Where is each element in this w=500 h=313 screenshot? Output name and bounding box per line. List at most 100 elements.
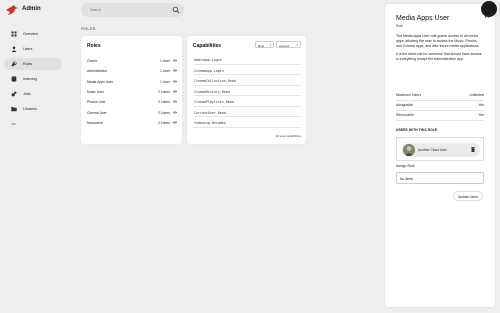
role-name: Music User (87, 89, 104, 94)
capability-name: CinemaApp.Login (194, 68, 224, 73)
role-user-count: 1 User (160, 79, 170, 84)
role-user-count: 1 User (160, 69, 170, 74)
role-row[interactable]: Cinema User 0 Users (87, 110, 177, 118)
role-name: Administrator (87, 69, 107, 74)
sidebar: Overview Users Roles Indexing Jobs Libra… (0, 22, 66, 313)
app-name: Admin (22, 6, 41, 12)
eye-icon[interactable] (173, 59, 177, 62)
user-chip-name: Another Cloud User (418, 148, 447, 152)
capabilities-card-title: Capabilities (193, 43, 222, 49)
role-name: Newcomer (87, 120, 104, 125)
sidebar-item-roles[interactable]: Roles (4, 58, 62, 70)
user-avatar[interactable] (481, 1, 497, 17)
avatar (403, 144, 415, 156)
sort-by-value: Role (258, 43, 265, 48)
sort-order-value: Ascend (279, 43, 290, 48)
sidebar-item-jobs[interactable]: Jobs (4, 88, 62, 100)
panel-title: Media Apps User (396, 15, 450, 22)
role-row[interactable]: Newcomer 0 Users (87, 120, 177, 128)
user-chip[interactable]: Another Cloud User (402, 143, 480, 157)
panel-description: The Media Apps User role grants access t… (396, 34, 484, 62)
capability-row: CinemaCollection.Read (194, 75, 301, 86)
roles-card-title: Roles (87, 43, 101, 49)
capability-name: Indexing.Decodes (194, 121, 226, 125)
grid-icon (11, 31, 17, 37)
capability-row: CinemaPlaylists.Read (194, 96, 301, 107)
kv-value: Yes (478, 113, 484, 117)
capability-name: CurrentUser.Read (194, 110, 226, 115)
kv-value: Yes (478, 103, 484, 107)
eye-icon[interactable] (173, 90, 177, 93)
users-section-label: USERS WITH THIS ROLE (396, 128, 438, 132)
eye-icon[interactable] (173, 80, 177, 83)
person-icon (11, 46, 17, 52)
capability-row: CinemaApp.Login (194, 65, 301, 75)
trash-icon[interactable] (471, 147, 475, 152)
sidebar-item-users[interactable]: Users (4, 43, 62, 55)
kv-key: Removable (396, 113, 414, 117)
search-icon[interactable] (172, 6, 180, 14)
db-icon (11, 76, 17, 82)
capability-row: CurrentUser.Read (194, 107, 301, 117)
role-user-count: 0 Users (158, 120, 170, 125)
assign-role-label: Assign Role (396, 164, 415, 168)
roles-card: Roles Owner 1 User Administrator 1 User Medi… (81, 36, 182, 144)
kv-value: Unlimited (469, 93, 484, 97)
sort-order-select[interactable]: Ascend ▾ (276, 41, 301, 48)
role-name: Cinema User (87, 110, 107, 115)
sidebar-item-libraries[interactable]: Libraries (4, 103, 62, 115)
eye-icon[interactable] (173, 111, 177, 114)
assign-role-select[interactable]: No items (396, 172, 484, 184)
role-user-count: 1 User (160, 59, 170, 63)
role-user-count: 0 Users (158, 110, 170, 115)
eye-icon[interactable] (173, 121, 177, 124)
role-user-count: 0 Users (158, 100, 170, 105)
sidebar-item-label: Users (23, 47, 33, 51)
max-users-row: Maximum Users Unlimited (396, 91, 484, 101)
capability-name: CinemaCollection.Read (194, 79, 236, 83)
jobs-icon (11, 91, 17, 97)
panel-subtitle: Role (396, 24, 404, 28)
folder-icon (11, 107, 17, 112)
search-placeholder: Search (90, 8, 102, 12)
sidebar-item-overview[interactable]: Overview (4, 28, 62, 40)
capability-name: CinemaPlaylists.Read (194, 100, 234, 104)
kv-key: Assignable (396, 103, 414, 107)
sidebar-item-label: Indexing (23, 77, 37, 81)
role-name: Photos User (87, 100, 106, 105)
capability-row: AdminApp.Login (194, 54, 301, 65)
wrench-icon (11, 61, 17, 67)
capability-name: AdminApp.Login (194, 58, 222, 62)
eye-icon[interactable] (173, 69, 177, 72)
kv-key: Maximum Users (396, 93, 422, 97)
capability-name: CinemaHistory.Read (194, 89, 230, 94)
update-users-label: Update Users (457, 195, 479, 199)
capability-row: CinemaHistory.Read (194, 86, 301, 96)
assign-role-value: No items (400, 177, 414, 181)
eye-icon[interactable] (173, 100, 177, 103)
sort-by-select[interactable]: Role ▾ (255, 41, 274, 48)
capabilities-total: 42 total capabilities (275, 134, 301, 138)
update-users-button[interactable]: Update Users (453, 191, 483, 201)
more-indicator (11, 123, 16, 125)
role-detail-panel: ✕ Media Apps User Role The Media Apps Us… (385, 4, 495, 307)
search-input[interactable]: Search (81, 3, 184, 17)
users-with-role-box: Another Cloud User (396, 137, 484, 161)
page-title: ROLES (81, 26, 96, 31)
role-row[interactable]: Media Apps User 1 User (87, 79, 177, 87)
sidebar-item-indexing[interactable]: Indexing (4, 73, 62, 85)
role-row[interactable]: Music User 0 Users (87, 89, 177, 97)
sidebar-item-label: Roles (23, 62, 33, 66)
capabilities-card: Capabilities Role ▾ Ascend ▾ AdminApp.Lo… (187, 36, 306, 144)
role-row[interactable]: Administrator 1 User (87, 68, 177, 76)
chevron-down-icon: ▾ (269, 43, 271, 47)
removable-row: Removable Yes (396, 111, 484, 121)
capability-row: Indexing.Decodes (194, 117, 301, 128)
sidebar-item-label: Libraries (23, 107, 37, 111)
role-row[interactable]: Owner 1 User (87, 58, 177, 66)
role-user-count: 0 Users (158, 89, 170, 94)
role-row[interactable]: Photos User 0 Users (87, 99, 177, 107)
sidebar-item-label: Jobs (23, 92, 31, 96)
description-paragraph: The Media Apps User role grants access t… (396, 34, 480, 48)
chevron-down-icon: ▾ (296, 43, 298, 47)
